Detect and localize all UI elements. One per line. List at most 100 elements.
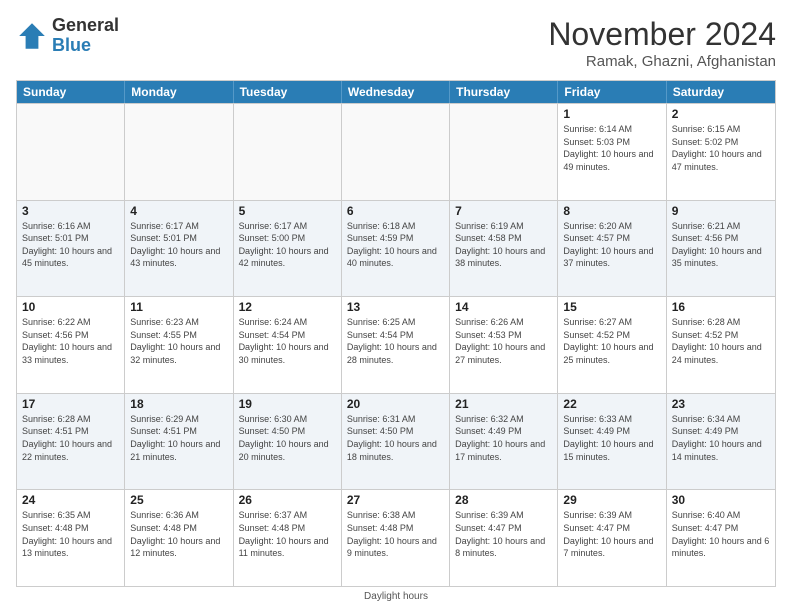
day-info: Sunrise: 6:23 AM Sunset: 4:55 PM Dayligh… <box>130 316 227 366</box>
day-number: 30 <box>672 493 770 507</box>
day-number: 17 <box>22 397 119 411</box>
cal-week-1: 1Sunrise: 6:14 AM Sunset: 5:03 PM Daylig… <box>17 103 775 200</box>
day-number: 10 <box>22 300 119 314</box>
cal-week-5: 24Sunrise: 6:35 AM Sunset: 4:48 PM Dayli… <box>17 489 775 586</box>
day-number: 27 <box>347 493 444 507</box>
day-number: 9 <box>672 204 770 218</box>
day-info: Sunrise: 6:33 AM Sunset: 4:49 PM Dayligh… <box>563 413 660 463</box>
cal-cell: 2 Sunrise: 6:15 AM Sunset: 5:02 PM Daylig… <box>667 104 775 200</box>
day-number: 2 <box>672 107 770 121</box>
cal-cell: 13 Sunrise: 6:25 AM Sunset: 4:54 PM Dayli… <box>342 297 450 393</box>
cal-cell: 6Sunrise: 6:18 AM Sunset: 4:59 PM Daylig… <box>342 201 450 297</box>
cal-header-monday: Monday <box>125 81 233 103</box>
cal-header-saturday: Saturday <box>667 81 775 103</box>
day-info: Sunrise: 6:28 AM Sunset: 4:52 PM Dayligh… <box>672 316 770 366</box>
cal-cell: 28 Sunrise: 6:39 AM Sunset: 4:47 PM Dayli… <box>450 490 558 586</box>
cal-cell: 1Sunrise: 6:14 AM Sunset: 5:03 PM Daylig… <box>558 104 666 200</box>
cal-header-sunday: Sunday <box>17 81 125 103</box>
day-number: 26 <box>239 493 336 507</box>
day-info: Sunrise: 6:17 AM Sunset: 5:00 PM Dayligh… <box>239 220 336 270</box>
logo-icon <box>16 20 48 52</box>
day-number: 16 <box>672 300 770 314</box>
day-number: 29 <box>563 493 660 507</box>
cal-cell: 30 Sunrise: 6:40 AM Sunset: 4:47 PM Dayli… <box>667 490 775 586</box>
cal-cell: 27 Sunrise: 6:38 AM Sunset: 4:48 PM Dayli… <box>342 490 450 586</box>
cal-cell <box>234 104 342 200</box>
day-info: Sunrise: 6:27 AM Sunset: 4:52 PM Dayligh… <box>563 316 660 366</box>
day-info: Sunrise: 6:40 AM Sunset: 4:47 PM Dayligh… <box>672 509 770 559</box>
cal-cell: 10 Sunrise: 6:22 AM Sunset: 4:56 PM Dayli… <box>17 297 125 393</box>
day-number: 3 <box>22 204 119 218</box>
day-number: 19 <box>239 397 336 411</box>
day-number: 5 <box>239 204 336 218</box>
cal-week-3: 10 Sunrise: 6:22 AM Sunset: 4:56 PM Dayli… <box>17 296 775 393</box>
cal-cell: 12 Sunrise: 6:24 AM Sunset: 4:54 PM Dayli… <box>234 297 342 393</box>
cal-cell: 9 Sunrise: 6:21 AM Sunset: 4:56 PM Daylig… <box>667 201 775 297</box>
day-info: Sunrise: 6:29 AM Sunset: 4:51 PM Dayligh… <box>130 413 227 463</box>
day-info: Sunrise: 6:30 AM Sunset: 4:50 PM Dayligh… <box>239 413 336 463</box>
header: General Blue November 2024 Ramak, Ghazni… <box>16 16 776 70</box>
day-info: Sunrise: 6:20 AM Sunset: 4:57 PM Dayligh… <box>563 220 660 270</box>
cal-cell: 20Sunrise: 6:31 AM Sunset: 4:50 PM Dayli… <box>342 394 450 490</box>
cal-cell: 18 Sunrise: 6:29 AM Sunset: 4:51 PM Dayli… <box>125 394 233 490</box>
day-info: Sunrise: 6:15 AM Sunset: 5:02 PM Dayligh… <box>672 123 770 173</box>
cal-header-tuesday: Tuesday <box>234 81 342 103</box>
day-info: Sunrise: 6:17 AM Sunset: 5:01 PM Dayligh… <box>130 220 227 270</box>
cal-cell: 7Sunrise: 6:19 AM Sunset: 4:58 PM Daylig… <box>450 201 558 297</box>
day-number: 15 <box>563 300 660 314</box>
title-block: November 2024 Ramak, Ghazni, Afghanistan <box>548 16 776 70</box>
day-info: Sunrise: 6:39 AM Sunset: 4:47 PM Dayligh… <box>455 509 552 559</box>
page: General Blue November 2024 Ramak, Ghazni… <box>0 0 792 612</box>
day-info: Sunrise: 6:32 AM Sunset: 4:49 PM Dayligh… <box>455 413 552 463</box>
cal-cell: 29 Sunrise: 6:39 AM Sunset: 4:47 PM Dayli… <box>558 490 666 586</box>
day-info: Sunrise: 6:18 AM Sunset: 4:59 PM Dayligh… <box>347 220 444 270</box>
calendar: SundayMondayTuesdayWednesdayThursdayFrid… <box>16 80 776 587</box>
cal-cell: 22 Sunrise: 6:33 AM Sunset: 4:49 PM Dayli… <box>558 394 666 490</box>
cal-cell: 5 Sunrise: 6:17 AM Sunset: 5:00 PM Daylig… <box>234 201 342 297</box>
day-info: Sunrise: 6:22 AM Sunset: 4:56 PM Dayligh… <box>22 316 119 366</box>
day-info: Sunrise: 6:16 AM Sunset: 5:01 PM Dayligh… <box>22 220 119 270</box>
day-number: 24 <box>22 493 119 507</box>
day-number: 20 <box>347 397 444 411</box>
logo-text: General Blue <box>52 16 119 56</box>
cal-cell: 3 Sunrise: 6:16 AM Sunset: 5:01 PM Daylig… <box>17 201 125 297</box>
cal-week-2: 3 Sunrise: 6:16 AM Sunset: 5:01 PM Daylig… <box>17 200 775 297</box>
cal-cell: 17Sunrise: 6:28 AM Sunset: 4:51 PM Dayli… <box>17 394 125 490</box>
logo-general-text: General <box>52 16 119 36</box>
day-number: 12 <box>239 300 336 314</box>
day-info: Sunrise: 6:26 AM Sunset: 4:53 PM Dayligh… <box>455 316 552 366</box>
day-number: 18 <box>130 397 227 411</box>
cal-week-4: 17Sunrise: 6:28 AM Sunset: 4:51 PM Dayli… <box>17 393 775 490</box>
main-title: November 2024 <box>548 16 776 53</box>
day-info: Sunrise: 6:38 AM Sunset: 4:48 PM Dayligh… <box>347 509 444 559</box>
logo: General Blue <box>16 16 119 56</box>
day-number: 22 <box>563 397 660 411</box>
cal-cell: 23Sunrise: 6:34 AM Sunset: 4:49 PM Dayli… <box>667 394 775 490</box>
day-number: 7 <box>455 204 552 218</box>
day-number: 13 <box>347 300 444 314</box>
cal-cell: 19 Sunrise: 6:30 AM Sunset: 4:50 PM Dayli… <box>234 394 342 490</box>
day-number: 14 <box>455 300 552 314</box>
cal-cell: 4 Sunrise: 6:17 AM Sunset: 5:01 PM Daylig… <box>125 201 233 297</box>
day-number: 4 <box>130 204 227 218</box>
cal-cell: 21Sunrise: 6:32 AM Sunset: 4:49 PM Dayli… <box>450 394 558 490</box>
day-info: Sunrise: 6:25 AM Sunset: 4:54 PM Dayligh… <box>347 316 444 366</box>
day-number: 8 <box>563 204 660 218</box>
cal-cell <box>342 104 450 200</box>
cal-header-thursday: Thursday <box>450 81 558 103</box>
cal-cell <box>125 104 233 200</box>
cal-cell: 24Sunrise: 6:35 AM Sunset: 4:48 PM Dayli… <box>17 490 125 586</box>
cal-header-wednesday: Wednesday <box>342 81 450 103</box>
day-info: Sunrise: 6:39 AM Sunset: 4:47 PM Dayligh… <box>563 509 660 559</box>
day-info: Sunrise: 6:37 AM Sunset: 4:48 PM Dayligh… <box>239 509 336 559</box>
day-number: 23 <box>672 397 770 411</box>
cal-cell <box>450 104 558 200</box>
cal-cell: 25Sunrise: 6:36 AM Sunset: 4:48 PM Dayli… <box>125 490 233 586</box>
day-info: Sunrise: 6:14 AM Sunset: 5:03 PM Dayligh… <box>563 123 660 173</box>
logo-blue-text: Blue <box>52 36 119 56</box>
day-number: 28 <box>455 493 552 507</box>
cal-cell: 8 Sunrise: 6:20 AM Sunset: 4:57 PM Daylig… <box>558 201 666 297</box>
day-info: Sunrise: 6:21 AM Sunset: 4:56 PM Dayligh… <box>672 220 770 270</box>
cal-cell: 15 Sunrise: 6:27 AM Sunset: 4:52 PM Dayli… <box>558 297 666 393</box>
day-info: Sunrise: 6:24 AM Sunset: 4:54 PM Dayligh… <box>239 316 336 366</box>
